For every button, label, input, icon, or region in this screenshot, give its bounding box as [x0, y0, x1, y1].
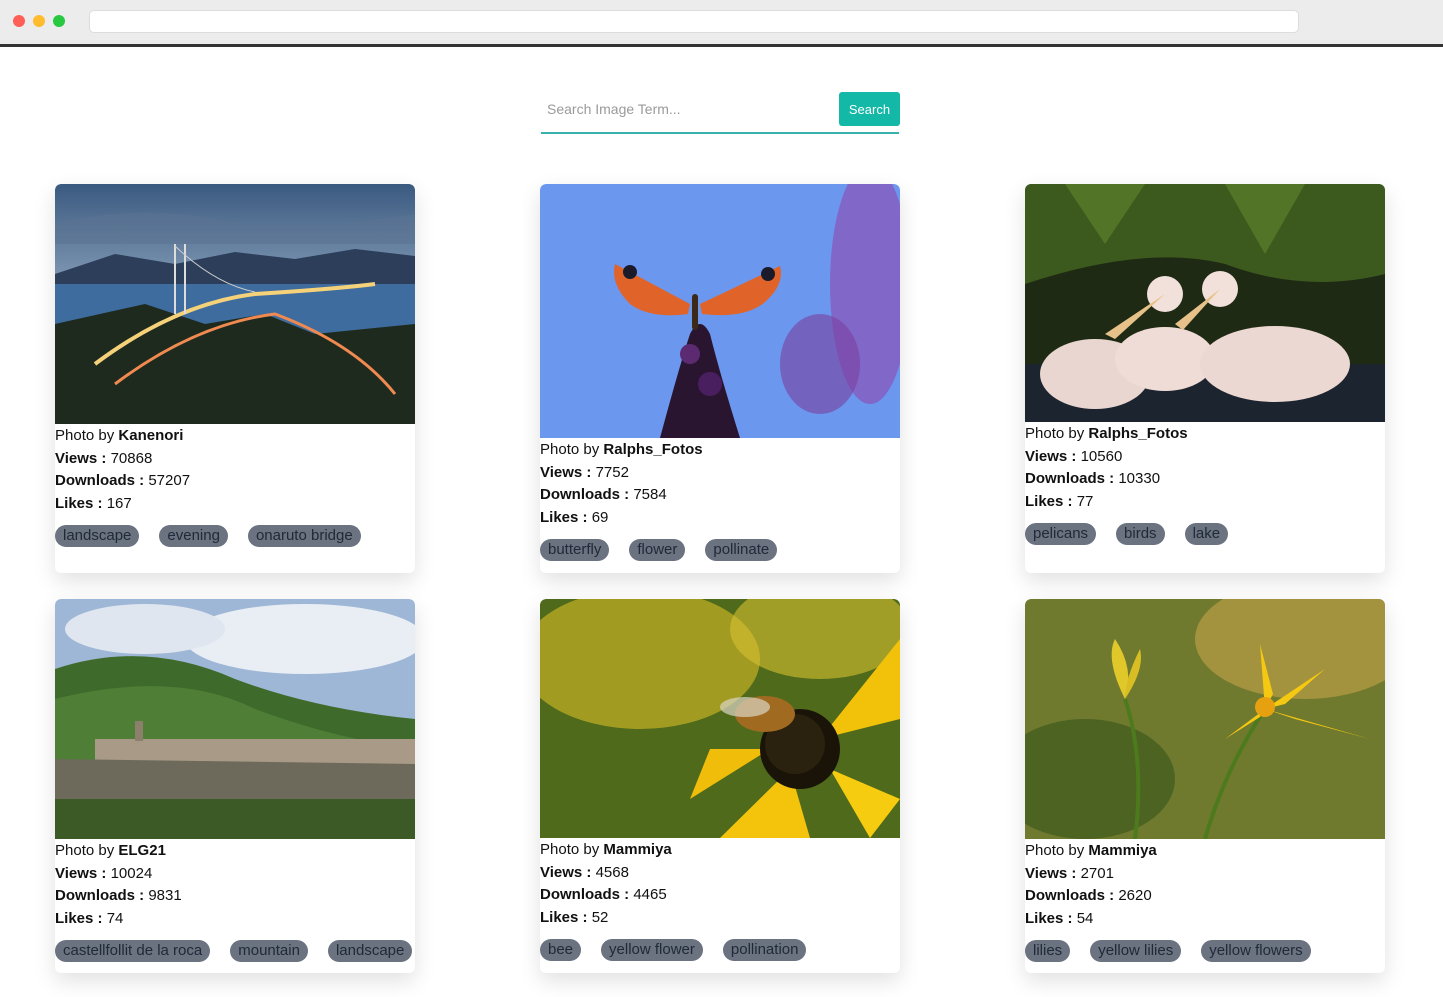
tag-badge[interactable]: landscape	[327, 940, 413, 962]
downloads-stat: Downloads : 7584	[540, 486, 667, 503]
downloads-stat: Downloads : 2620	[1025, 887, 1152, 904]
tag-badge[interactable]: pollinate	[705, 539, 778, 561]
search-button[interactable]: Search	[839, 92, 900, 126]
likes-stat: Likes : 74	[55, 909, 124, 927]
minimize-window-button[interactable]	[33, 15, 45, 27]
tag-list: pelicans birds lake	[1025, 523, 1385, 547]
tag-badge[interactable]: flower	[629, 539, 686, 561]
photo-bridge-image[interactable]	[55, 184, 415, 424]
tag-badge[interactable]: evening	[159, 525, 228, 547]
close-window-button[interactable]	[13, 15, 25, 27]
browser-chrome	[0, 0, 1443, 47]
views-stat: Views : 70868	[55, 449, 153, 467]
author-name: Ralphs_Fotos	[1088, 425, 1188, 442]
image-card: Photo by Kanenori Views : 70868 Download…	[55, 184, 415, 573]
tag-badge[interactable]: butterfly	[540, 539, 610, 561]
tag-list: bee yellow flower pollination	[540, 939, 900, 963]
search-form: Search	[541, 91, 900, 134]
author-name: Mammiya	[603, 841, 672, 858]
photo-credit: Photo by Kanenori	[55, 427, 184, 444]
views-stat: Views : 2701	[1025, 864, 1114, 882]
author-name: Kanenori	[118, 427, 184, 444]
tag-list: castellfollit de la roca mountain landscap…	[55, 940, 415, 964]
tag-list: lilies yellow lilies yellow flowers	[1025, 940, 1385, 964]
author-name: Mammiya	[1088, 842, 1157, 859]
views-stat: Views : 10560	[1025, 447, 1123, 465]
tag-badge[interactable]: yellow lilies	[1090, 940, 1182, 962]
search-input[interactable]	[541, 91, 831, 127]
likes-stat: Likes : 77	[1025, 492, 1094, 510]
likes-stat: Likes : 54	[1025, 909, 1094, 927]
photo-credit: Photo by Mammiya	[1025, 842, 1157, 859]
downloads-stat: Downloads : 4465	[540, 886, 667, 903]
tag-badge[interactable]: bee	[540, 939, 582, 961]
views-stat: Views : 10024	[55, 864, 153, 882]
views-stat: Views : 7752	[540, 463, 629, 481]
tag-badge[interactable]: lake	[1184, 523, 1229, 545]
tag-badge[interactable]: landscape	[55, 525, 140, 547]
maximize-window-button[interactable]	[53, 15, 65, 27]
tag-badge[interactable]: lilies	[1025, 940, 1071, 962]
photo-credit: Photo by ELG21	[55, 842, 166, 859]
tag-badge[interactable]: pelicans	[1025, 523, 1097, 545]
downloads-stat: Downloads : 10330	[1025, 470, 1161, 487]
tag-badge[interactable]: birds	[1116, 523, 1165, 545]
image-card: Photo by Ralphs_Fotos Views : 10560 Down…	[1025, 184, 1385, 573]
likes-stat: Likes : 69	[540, 508, 609, 526]
photo-lilies-image[interactable]	[1025, 599, 1385, 839]
image-card: Photo by Ralphs_Fotos Views : 7752 Downl…	[540, 184, 900, 573]
tag-badge[interactable]: yellow flower	[601, 939, 703, 961]
image-card: Photo by ELG21 Views : 10024 Downloads :…	[55, 599, 415, 973]
tag-list: butterfly flower pollinate	[540, 539, 900, 563]
photo-credit: Photo by Ralphs_Fotos	[1025, 425, 1188, 442]
tag-badge[interactable]: onaruto bridge	[247, 525, 361, 547]
likes-stat: Likes : 167	[55, 494, 132, 512]
views-stat: Views : 4568	[540, 863, 629, 881]
likes-stat: Likes : 52	[540, 908, 609, 926]
address-bar[interactable]	[89, 10, 1299, 33]
downloads-stat: Downloads : 9831	[55, 887, 182, 904]
photo-pelicans-image[interactable]	[1025, 184, 1385, 422]
tag-list: landscape evening onaruto bridge	[55, 525, 415, 549]
downloads-stat: Downloads : 57207	[55, 472, 191, 489]
tag-badge[interactable]: castellfollit de la roca	[55, 940, 211, 962]
tag-badge[interactable]: yellow flowers	[1201, 940, 1311, 962]
image-card: Photo by Mammiya Views : 4568 Downloads …	[540, 599, 900, 973]
photo-bee-image[interactable]	[540, 599, 900, 838]
author-name: ELG21	[118, 842, 166, 859]
photo-butterfly-image[interactable]	[540, 184, 900, 438]
photo-credit: Photo by Mammiya	[540, 841, 672, 858]
photo-village-image[interactable]	[55, 599, 415, 839]
tag-badge[interactable]: pollination	[722, 939, 807, 961]
image-card: Photo by Mammiya Views : 2701 Downloads …	[1025, 599, 1385, 973]
author-name: Ralphs_Fotos	[603, 441, 703, 458]
tag-badge[interactable]: mountain	[230, 940, 308, 962]
photo-credit: Photo by Ralphs_Fotos	[540, 441, 703, 458]
